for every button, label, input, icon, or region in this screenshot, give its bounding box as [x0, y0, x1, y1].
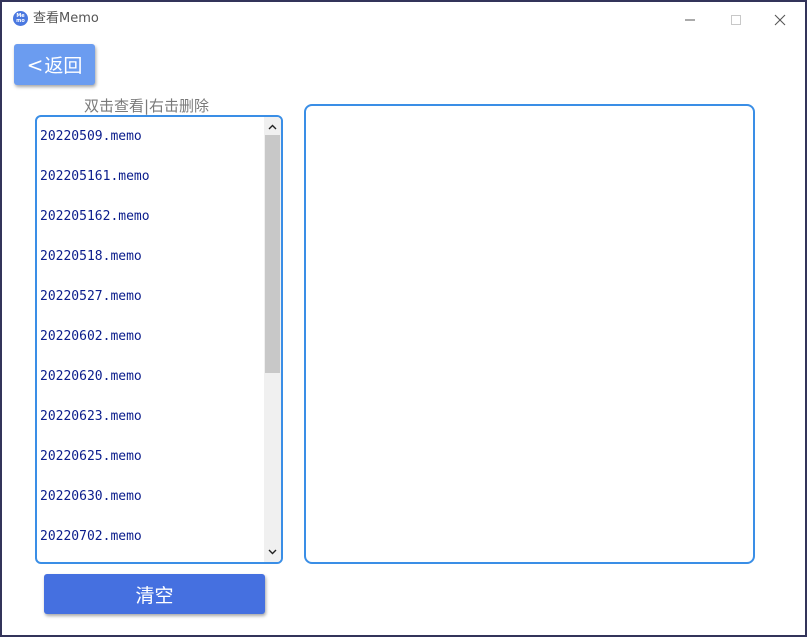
list-item[interactable]: 20220630.memo	[40, 488, 142, 506]
scroll-thumb[interactable]	[265, 135, 280, 373]
scroll-up-button[interactable]	[264, 119, 281, 135]
back-button[interactable]: < 返回	[14, 44, 95, 85]
list-item[interactable]: 20220518.memo	[40, 248, 142, 266]
app-icon-text: Me mo	[16, 12, 25, 24]
memo-content-panel[interactable]	[304, 104, 755, 564]
memo-list[interactable]: 20220509.memo 202205161.memo 202205162.m…	[37, 117, 264, 562]
list-item[interactable]: 20220527.memo	[40, 288, 142, 306]
maximize-button[interactable]	[714, 6, 758, 34]
maximize-icon	[731, 15, 741, 25]
list-scrollbar[interactable]	[264, 117, 281, 562]
close-button[interactable]	[758, 6, 802, 34]
chevron-up-icon	[268, 124, 277, 130]
list-item[interactable]: 20220623.memo	[40, 408, 142, 426]
list-item[interactable]: 20220702.memo	[40, 528, 142, 546]
close-icon	[774, 14, 786, 26]
memo-viewer-window: Me mo 查看Memo < 返回 双击查看|右击删除 20220509.mem…	[0, 0, 807, 637]
app-logo-icon: Me mo	[13, 11, 28, 26]
minimize-button[interactable]	[668, 6, 712, 34]
scroll-down-button[interactable]	[264, 544, 281, 560]
minimize-icon	[685, 19, 695, 21]
chevron-left-icon: <	[26, 52, 44, 77]
list-item[interactable]: 202205162.memo	[40, 208, 150, 226]
list-item[interactable]: 20220620.memo	[40, 368, 142, 386]
list-item[interactable]: 20220602.memo	[40, 328, 142, 346]
list-item[interactable]: 20220509.memo	[40, 128, 142, 146]
window-title: 查看Memo	[33, 11, 99, 26]
clear-button[interactable]: 清空	[44, 574, 265, 614]
list-hint: 双击查看|右击删除	[84, 97, 210, 115]
back-button-label: 返回	[44, 55, 83, 77]
list-item[interactable]: 20220625.memo	[40, 448, 142, 466]
title-bar: Me mo 查看Memo	[2, 2, 805, 36]
memo-list-panel[interactable]: 20220509.memo 202205161.memo 202205162.m…	[35, 115, 283, 564]
list-item[interactable]: 202205161.memo	[40, 168, 150, 186]
chevron-down-icon	[268, 549, 277, 555]
